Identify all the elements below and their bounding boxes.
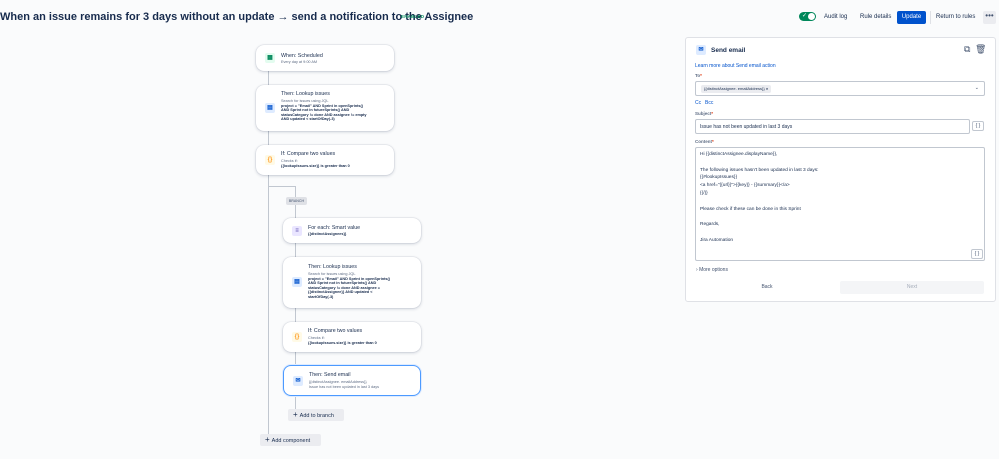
plus-icon: + [293,410,298,419]
audit-log-button[interactable]: Audit log [824,11,847,24]
lookup-issues-card[interactable]: ▤ Then: Lookup issues Search for issues … [283,257,421,308]
content-line: {{/}} [700,190,708,196]
card-subtitle: Checks if: {{lookupIssues.size}} is grea… [281,159,391,168]
bcc-link[interactable]: Bcc [705,100,713,106]
add-to-branch-label: Add to branch [299,413,334,419]
card-title: If: Compare two values [281,151,336,157]
content-textarea[interactable]: Hi {{distinctAssignee.displayName}}, The… [695,147,985,261]
chevron-right-icon: › [696,267,698,273]
card-subtitle: {{distinctAssignees}} [308,232,347,236]
card-subtitle: Checks if: {{lookupIssues.size}} is grea… [308,336,418,345]
card-subtitle: Search for issues using JQL project = "E… [281,99,391,122]
content-line: The following issues hasn't been updated… [700,167,819,173]
card-title: Then: Lookup issues [281,91,330,97]
recipient-tag: {{distinctAssignee. emailAddress}} × [701,85,772,93]
card-title: For each: Smart value [308,225,361,231]
send-email-panel: ✉ Send email ⧉ 🗑 Learn more about Send e… [685,37,996,302]
send-email-card[interactable]: ✉ Then: Send email {{distinctAssignee. e… [283,365,421,396]
header-bar: When an issue remains for 3 days without… [0,0,999,34]
subject-text: Issue has not been updated in last 3 day… [309,384,380,389]
trigger-card[interactable]: ▦ When: Scheduled Every day at 9:00 AM [256,45,394,71]
calendar-icon: ▦ [265,53,275,63]
next-button[interactable]: Next [840,281,984,294]
jql-line: startOfDay(-3) [308,294,334,299]
more-options-toggle[interactable]: › More options [696,267,728,273]
return-to-rules-button[interactable]: Return to rules [936,11,975,24]
condition-text: {{lookupIssues.size}} is greater than 0 [281,163,350,168]
branch-connector-h [268,186,295,187]
cc-link[interactable]: Cc [695,100,701,106]
chevron-down-icon[interactable]: ⌄ [975,85,979,91]
duplicate-icon[interactable]: ⧉ [964,44,970,55]
more-options-label: More options [699,267,728,273]
card-subtitle: Every day at 9:00 AM [281,60,318,64]
back-button[interactable]: Back [757,283,777,292]
content-line: Regards, [700,222,720,228]
smart-value-button[interactable]: { } [971,249,983,259]
branch-label: BRANCH [286,197,307,205]
enable-toggle[interactable]: ✓ [799,12,816,21]
content-line: Please check if these can be done in thi… [700,206,801,212]
recipient-tag-text: {{distinctAssignee. emailAddress}} [704,86,765,91]
content-label-text: Content [695,139,712,144]
learn-more-link[interactable]: Learn more about Send email action [695,63,776,69]
content-label: Content* [695,139,714,144]
content-line: {{#lookupIssues}} [700,175,738,181]
subject-input[interactable]: Issue has not been updated in last 3 day… [695,119,970,134]
card-subtitle: Search for issues using JQL project = "E… [308,272,418,300]
subject-value: Issue has not been updated in last 3 day… [700,124,793,130]
mail-icon: ✉ [293,376,303,386]
list-icon: ≡ [292,226,302,236]
subject-label: Subject* [695,111,714,116]
content-line [700,159,819,167]
mail-icon: ✉ [696,45,706,55]
content-body: Hi {{distinctAssignee.displayName}}, The… [700,151,819,245]
content-line [700,198,819,206]
lookup-issues-card[interactable]: ▤ Then: Lookup issues Search for issues … [256,85,394,131]
card-subtitle: {{distinctAssignee. emailAddress}} Issue… [309,380,419,389]
condition-text: {{lookupIssues.size}} is greater than 0 [308,340,377,345]
content-line [700,229,819,237]
content-line [700,213,819,221]
compare-values-card[interactable]: {} If: Compare two values Checks if: {{l… [256,145,394,175]
close-icon[interactable]: × [766,86,768,91]
to-field[interactable]: {{distinctAssignee. emailAddress}} × ⌄ [695,81,985,96]
card-title: Then: Lookup issues [308,264,357,270]
compare-values-card[interactable]: {} If: Compare two values Checks if: {{l… [283,322,421,352]
update-button[interactable]: Update [897,11,926,24]
card-title: When: Scheduled [281,53,323,59]
check-icon: ✓ [802,13,808,19]
smart-value-button[interactable]: { } [972,121,984,131]
trash-icon[interactable]: 🗑 [975,44,986,55]
add-component-button[interactable]: + Add component [260,434,321,446]
status-badge: ENABLED [401,14,425,19]
add-component-label: Add component [271,438,311,444]
card-title: If: Compare two values [308,328,363,334]
braces-icon: {} [265,155,275,165]
content-line: <a href="{{url}}">{{key}} - {{summary}}<… [700,183,790,189]
braces-icon: {} [292,332,302,342]
for-each-card[interactable]: ≡ For each: Smart value {{distinctAssign… [283,218,421,243]
more-actions-button[interactable]: ••• [983,11,996,24]
to-label: To* [695,73,702,78]
content-line: Hi {{distinctAssignee.displayName}}, [700,152,778,157]
header-divider [930,11,931,24]
panel-title: Send email [711,47,746,54]
search-issues-icon: ▤ [292,277,302,287]
add-to-branch-button[interactable]: + Add to branch [288,409,344,421]
subject-label-text: Subject [695,111,712,116]
toggle-knob [808,13,815,20]
jql-line: AND updated < startOfDay(-3) [281,117,335,122]
content-line: Jira Automation [700,237,734,243]
search-issues-icon: ▤ [265,103,275,113]
card-title: Then: Send email [309,372,351,378]
rule-details-button[interactable]: Rule details [860,11,891,24]
plus-icon: + [265,435,270,444]
